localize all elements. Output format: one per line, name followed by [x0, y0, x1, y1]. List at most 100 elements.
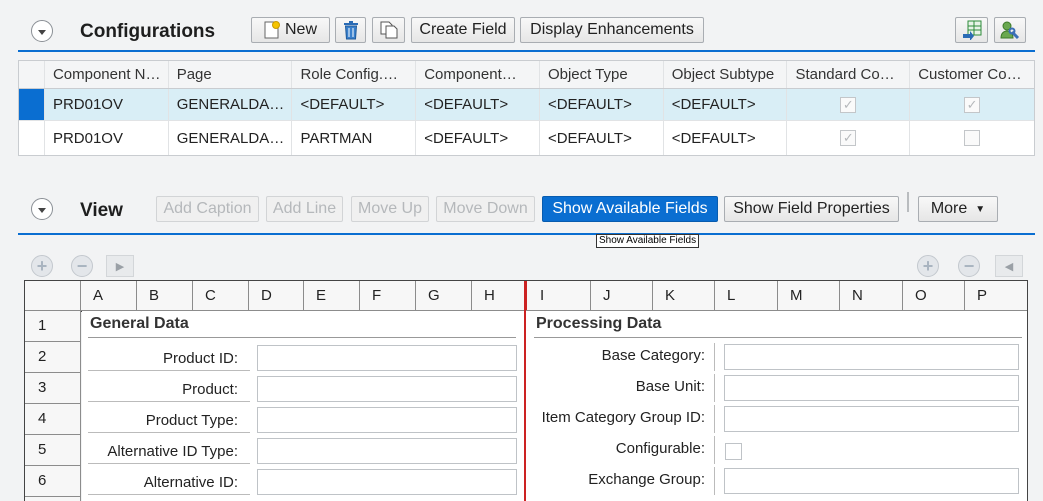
product-type-field[interactable] — [257, 407, 517, 433]
caption-underline — [534, 337, 1022, 338]
delete-button[interactable] — [335, 17, 366, 43]
more-button[interactable]: More ▼ — [918, 196, 998, 222]
item-category-group-id-field[interactable] — [724, 406, 1019, 432]
cell-object-subtype: <DEFAULT> — [664, 121, 788, 155]
column-header-role-config[interactable]: Role Config.… — [292, 61, 417, 88]
more-label: More — [930, 200, 968, 217]
column-header-standard-config[interactable]: Standard Co… — [787, 61, 911, 88]
cell-component-name: PRD01OV — [45, 89, 169, 120]
row-selector[interactable] — [19, 89, 45, 120]
product-id-field[interactable] — [257, 345, 517, 371]
column-header-component-name[interactable]: Component N… — [45, 61, 169, 88]
column-header-page[interactable]: Page — [169, 61, 293, 88]
cell-component-name: PRD01OV — [45, 121, 169, 155]
grid-column-header: D — [249, 281, 304, 310]
tooltip: Show Available Fields — [596, 234, 700, 248]
base-category-field[interactable] — [724, 344, 1019, 370]
field-label-configurable: Configurable: — [615, 440, 705, 457]
cell-component: <DEFAULT> — [416, 89, 540, 120]
cell-role-config: <DEFAULT> — [292, 89, 417, 120]
cell-customer-config: ✓ — [910, 89, 1034, 120]
chevron-left-icon: ◀ — [1004, 260, 1014, 273]
display-enhancements-button[interactable]: Display Enhancements — [520, 17, 704, 43]
grid-column-header: P — [977, 287, 988, 304]
user-wrench-icon — [1000, 21, 1020, 40]
grid-column-header: K — [653, 281, 715, 310]
chevron-down-icon — [38, 207, 46, 213]
exchange-group-field[interactable] — [724, 468, 1019, 494]
cell-page: GENERALDA… — [169, 121, 293, 155]
cell-component: <DEFAULT> — [416, 121, 540, 155]
general-data-caption[interactable]: General Data — [90, 315, 189, 333]
row-selector[interactable] — [19, 121, 45, 155]
alternative-id-field[interactable] — [257, 469, 517, 495]
add-caption-button[interactable]: Add Caption — [156, 196, 259, 222]
collapse-left-button[interactable]: ◀ — [995, 255, 1023, 277]
minus-icon: − — [76, 256, 88, 276]
column-header-component[interactable]: Component… — [416, 61, 540, 88]
configurations-collapse-button[interactable] — [31, 20, 53, 42]
select-all-cell[interactable] — [19, 61, 45, 88]
new-button[interactable]: New — [251, 17, 330, 43]
zoom-out-left-button[interactable]: − — [71, 255, 93, 277]
add-line-button[interactable]: Add Line — [266, 196, 343, 222]
row-number: 3 — [38, 379, 47, 396]
show-available-fields-button[interactable]: Show Available Fields — [542, 196, 718, 222]
zoom-in-left-button[interactable]: + — [31, 255, 53, 277]
label-divider — [714, 467, 715, 495]
create-field-button[interactable]: Create Field — [411, 17, 515, 43]
row-number: 5 — [38, 441, 47, 458]
label-divider — [714, 436, 715, 464]
row-divider — [25, 434, 81, 435]
user-settings-button[interactable] — [994, 17, 1026, 43]
cell-customer-config — [910, 121, 1034, 155]
cell-standard-config: ✓ — [787, 121, 911, 155]
base-unit-field[interactable] — [724, 375, 1019, 401]
table-row[interactable]: PRD01OV GENERALDA… <DEFAULT> <DEFAULT> <… — [19, 89, 1034, 121]
move-up-button[interactable]: Move Up — [351, 196, 429, 222]
row-number: 2 — [38, 348, 47, 365]
table-row[interactable]: PRD01OV GENERALDA… PARTMAN <DEFAULT> <DE… — [19, 121, 1034, 155]
row-number: 4 — [38, 410, 47, 427]
view-collapse-button[interactable] — [31, 198, 53, 220]
view-title: View — [80, 200, 123, 221]
product-field[interactable] — [257, 376, 517, 402]
column-header-object-subtype[interactable]: Object Subtype — [664, 61, 788, 88]
grid-column-header: H — [472, 281, 527, 310]
grid-column-header: G — [416, 281, 472, 310]
label-underline — [88, 370, 250, 371]
label-divider — [714, 405, 715, 433]
processing-data-caption[interactable]: Processing Data — [536, 315, 661, 333]
chevron-right-icon: ▶ — [115, 260, 125, 273]
view-separator — [18, 233, 1035, 235]
zoom-in-right-button[interactable]: + — [917, 255, 939, 277]
configurations-title: Configurations — [80, 21, 216, 42]
row-number: 6 — [38, 472, 47, 489]
export-button[interactable] — [955, 17, 988, 43]
configurable-checkbox[interactable] — [725, 443, 742, 460]
chevron-down-icon — [38, 29, 46, 35]
table-header-row: Component N… Page Role Config.… Componen… — [19, 61, 1034, 89]
row-divider — [25, 372, 81, 373]
label-underline — [88, 432, 250, 433]
grid-column-header: A — [81, 281, 137, 310]
grid-column-header: N — [840, 281, 903, 310]
cell-page: GENERALDA… — [169, 89, 293, 120]
field-label-alternative-id: Alternative ID: — [143, 474, 238, 491]
alternative-id-type-field[interactable] — [257, 438, 517, 464]
field-label-alternative-id-type: Alternative ID Type: — [107, 443, 238, 460]
configurations-separator — [18, 50, 1035, 52]
grid-column-header: F — [360, 281, 416, 310]
move-down-button[interactable]: Move Down — [436, 196, 535, 222]
trash-icon — [343, 20, 358, 39]
zoom-out-right-button[interactable]: − — [958, 255, 980, 277]
expand-right-button[interactable]: ▶ — [106, 255, 134, 277]
column-header-customer-config[interactable]: Customer Co… — [910, 61, 1034, 88]
grid-column-header: B — [137, 281, 193, 310]
cell-standard-config: ✓ — [787, 89, 911, 120]
column-header-object-type[interactable]: Object Type — [540, 61, 664, 88]
copy-button[interactable] — [372, 17, 405, 43]
minus-icon: − — [963, 256, 975, 276]
show-field-properties-button[interactable]: Show Field Properties — [724, 196, 899, 222]
row-divider — [25, 403, 81, 404]
